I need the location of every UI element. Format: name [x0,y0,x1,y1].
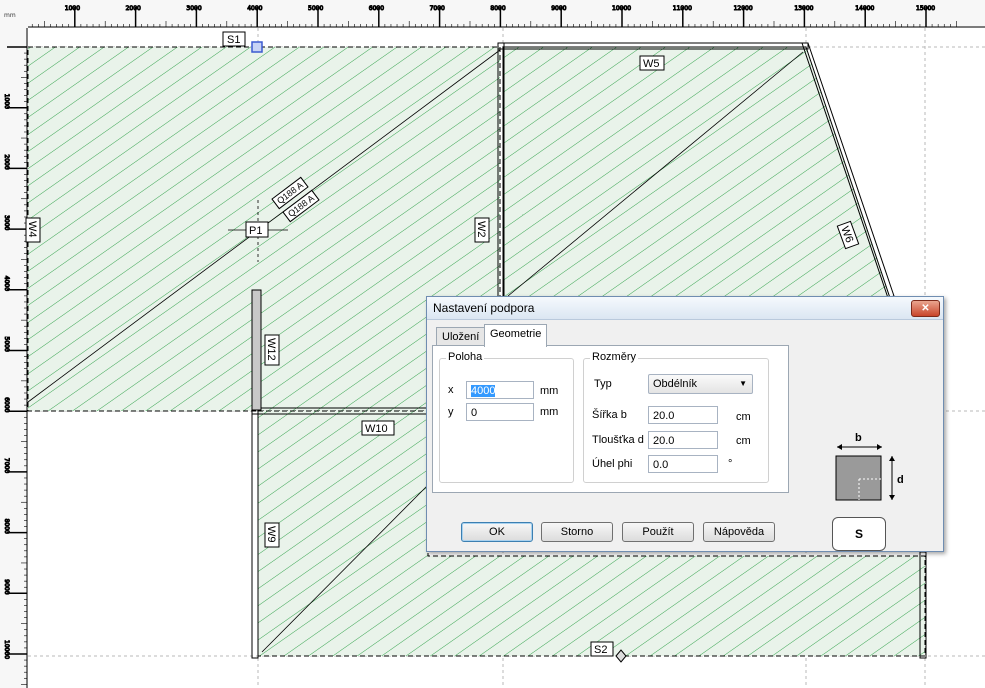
ruler-x-tick-label: 7000 [430,5,445,12]
ruler-y-tick-label: 8000 [3,519,10,534]
tab-geometrie[interactable]: Geometrie [484,324,548,347]
preview-b-label: b [855,432,862,444]
sirka-input[interactable]: 20.0 [648,406,718,424]
x-label: x [448,384,454,396]
y-input[interactable]: 0 [466,403,534,421]
label-p1[interactable]: P1 [245,221,269,238]
ruler-x-tick-label: 1000 [65,5,80,12]
ruler-x-tick-label: 12000 [734,5,753,12]
preview-d-label: d [897,474,904,486]
ruler-y-tick-label: 10000 [3,640,10,659]
pouzit-button[interactable]: Použít [622,522,694,542]
typ-label: Typ [594,378,612,390]
tloustka-unit: cm [736,435,751,447]
close-icon[interactable]: ✕ [911,300,940,317]
tloustka-input[interactable]: 20.0 [648,431,718,449]
ruler-x-tick-label: 4000 [247,5,262,12]
ruler-x-tick-label: 11000 [673,5,692,12]
ruler-y-tick-label: 2000 [3,154,10,169]
ruler-x-tick-label: 13000 [794,5,813,12]
label-w4[interactable]: W4 [25,217,41,243]
geometry-tab-panel: Poloha x 4000 mm y 0 mm Rozměry Typ Obdé… [432,345,789,493]
svg-text:S1: S1 [227,34,240,46]
x-input[interactable]: 4000 [466,381,534,399]
label-w12[interactable]: W12 [264,334,280,366]
label-s1[interactable]: S1 [222,31,246,47]
uhel-label: Úhel phi [592,458,633,470]
tloustka-label: Tloušťka d [592,434,644,446]
storno-button[interactable]: Storno [541,522,613,542]
dialog-title: Nastavení podpora [433,301,535,315]
svg-text:W5: W5 [643,58,660,70]
preview-s-box: S [832,517,886,551]
typ-select[interactable]: Obdélník ▼ [648,374,753,394]
ruler-x-tick-label: 2000 [126,5,141,12]
group-rozmery: Rozměry Typ Obdélník ▼ Šířka b 20.0 cm T… [583,351,769,483]
ruler-x-tick-label: 9000 [551,5,566,12]
x-input-value: 4000 [471,385,496,397]
label-w9[interactable]: W9 [264,522,280,548]
y-label: y [448,406,454,418]
ruler-x-tick-label: 3000 [186,5,201,12]
svg-text:P1: P1 [249,225,262,237]
svg-text:W4: W4 [26,221,38,238]
ruler-y-tick-label: 6000 [3,397,10,412]
uhel-unit: ° [728,458,733,470]
horizontal-ruler: 1000 2000 3000 4000 5000 6000 7000 8000 9000 1000… [0,0,985,28]
vertical-ruler: 1000 2000 3000 4000 5000 6000 7000 8000 9000 1000… [0,28,28,688]
support-s1-marker[interactable] [251,41,263,53]
tab-ulozeni[interactable]: Uložení [436,327,486,346]
label-w10[interactable]: W10 [361,420,395,436]
svg-text:W2: W2 [475,221,487,238]
ok-button[interactable]: OK [461,522,533,542]
ruler-x-tick-label: 14000 [855,5,874,12]
group-poloha: Poloha x 4000 mm y 0 mm [439,351,574,483]
svg-text:W10: W10 [365,423,388,435]
y-unit: mm [540,406,559,418]
ruler-x-tick-label: 5000 [308,5,323,12]
napoveda-button[interactable]: Nápověda [703,522,775,542]
support-settings-dialog[interactable]: Nastavení podpora ✕ Uložení Geometrie Po… [426,296,944,552]
ruler-y-tick-label: 4000 [3,276,10,291]
svg-text:W9: W9 [265,526,277,543]
ruler-x-tick-label: 8000 [490,5,505,12]
ruler-y-tick-label: 7000 [3,458,10,473]
ruler-y-tick-label: 9000 [3,579,10,594]
sirka-label: Šířka b [592,409,627,421]
group-rozmery-title: Rozměry [590,351,639,363]
ruler-y-tick-label: 1000 [3,94,10,109]
svg-text:S2: S2 [594,644,607,656]
label-w2[interactable]: W2 [474,217,490,243]
ruler-y-tick-label: 5000 [3,337,10,352]
chevron-down-icon: ▼ [739,379,747,388]
sirka-unit: cm [736,411,751,423]
label-s2[interactable]: S2 [590,641,614,657]
ruler-unit: mm [4,12,16,19]
label-w5[interactable]: W5 [639,55,665,71]
group-poloha-title: Poloha [446,351,485,363]
dialog-titlebar[interactable]: Nastavení podpora ✕ [427,297,943,320]
typ-select-value: Obdélník [653,378,698,390]
cross-section-preview: b d [835,432,904,501]
x-unit: mm [540,385,559,397]
uhel-input[interactable]: 0.0 [648,455,718,473]
wall-w12[interactable] [251,289,262,411]
ruler-y-tick-label: 3000 [3,215,10,230]
ruler-x-tick-label: 10000 [612,5,631,12]
ruler-x-tick-label: 15000 [916,5,935,12]
svg-text:W12: W12 [265,338,277,361]
ruler-x-tick-label: 6000 [369,5,384,12]
